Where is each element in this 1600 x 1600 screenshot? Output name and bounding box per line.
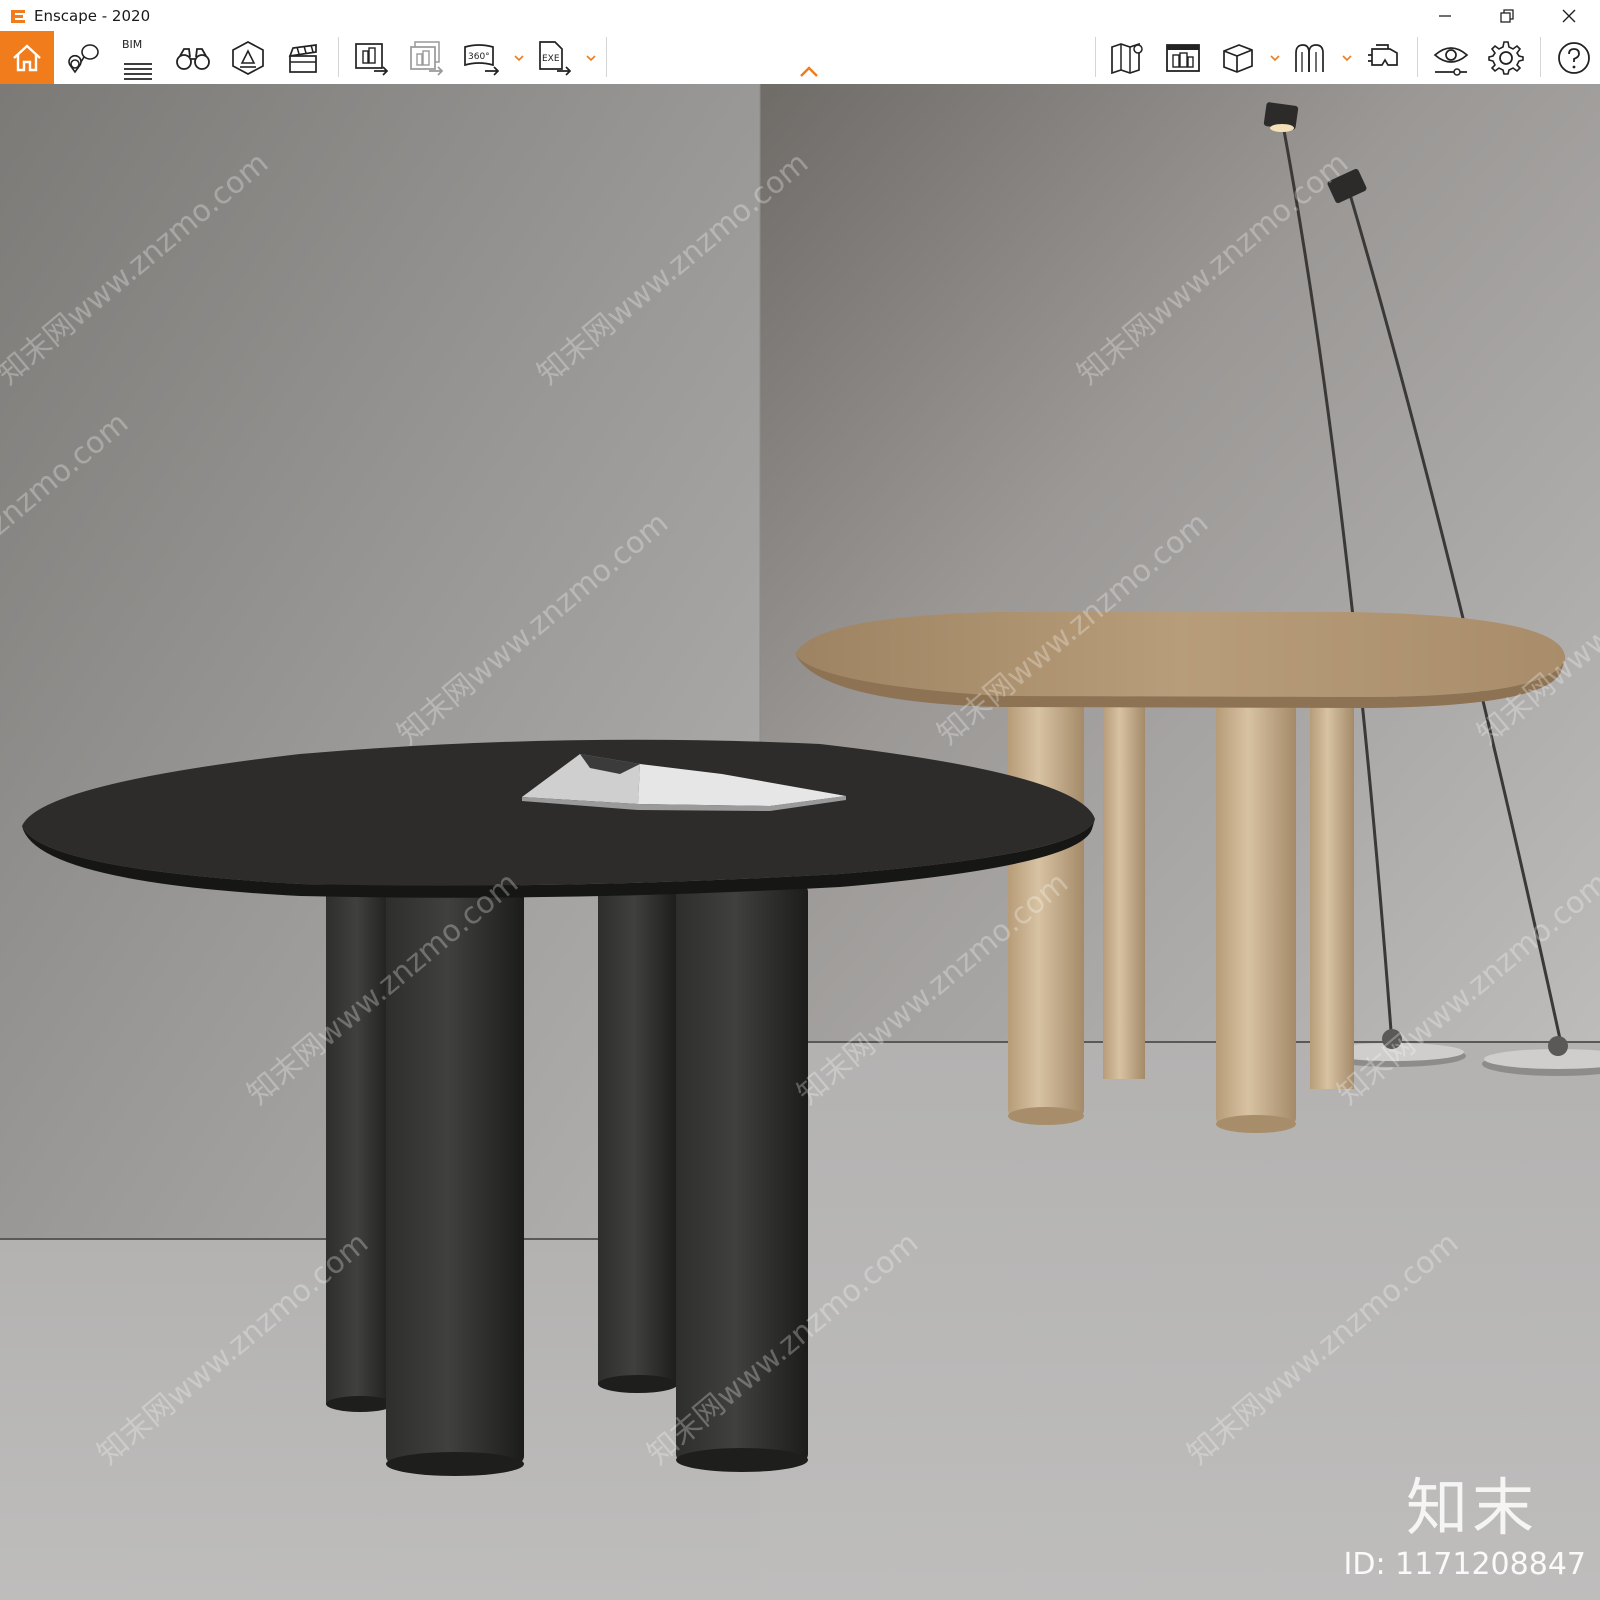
material-editor-button[interactable]: [1212, 31, 1264, 84]
minimize-icon: [1439, 14, 1451, 17]
scene-render: [0, 84, 1600, 1600]
brand-watermark: 知末: [1406, 1471, 1539, 1544]
exe-export-button[interactable]: EXE: [528, 31, 580, 84]
chevron-down-icon: [1342, 55, 1352, 61]
map-icon: [1111, 42, 1143, 74]
exe-export-dropdown[interactable]: [584, 51, 598, 65]
toolbar-separator: [1095, 37, 1096, 77]
batch-render-button[interactable]: [400, 31, 452, 84]
video-editor-button[interactable]: [277, 31, 329, 84]
render-viewport[interactable]: 知末网www.znzmo.com 知末网www.znzmo.com 知末网www…: [0, 84, 1600, 1600]
material-library-button[interactable]: [1285, 31, 1337, 84]
material-icon: [1295, 43, 1324, 72]
image-id-label: ID: 1171208847: [1343, 1547, 1586, 1582]
toolbar-separator: [1540, 37, 1541, 77]
help-icon: [1558, 41, 1590, 74]
material-dropdown[interactable]: [1268, 51, 1282, 65]
panorama-360-icon: 360°: [464, 43, 500, 76]
chevron-up-icon[interactable]: [798, 65, 820, 79]
home-icon: [13, 43, 41, 71]
walk-mode-button[interactable]: [167, 31, 219, 84]
render-image-button[interactable]: [345, 31, 397, 84]
visual-settings-button[interactable]: [1425, 31, 1477, 84]
enscape-logo-icon: [11, 9, 25, 23]
title-bar: Enscape - 2020: [0, 0, 1600, 31]
asset-library-button[interactable]: [1157, 31, 1209, 84]
toolbar-separator: [606, 37, 607, 77]
panorama-360-label: 360°: [468, 52, 490, 62]
minimize-button[interactable]: [1414, 0, 1476, 31]
map-button[interactable]: [1102, 31, 1154, 84]
vr-headset-icon: [1368, 43, 1398, 66]
render-export-icon: [355, 42, 389, 76]
binoculars-icon: [176, 47, 210, 70]
chevron-down-icon: [1270, 55, 1280, 61]
settings-button[interactable]: [1480, 31, 1532, 84]
clapper-icon: [288, 43, 317, 73]
atmosphere-button[interactable]: [222, 31, 274, 84]
batch-render-icon: [410, 40, 444, 76]
exe-export-icon: EXE: [539, 40, 572, 76]
vr-headset-button[interactable]: [1357, 31, 1409, 84]
sun-icon: [232, 40, 264, 75]
bim-label: BIM: [122, 38, 143, 51]
view-management-button[interactable]: [57, 31, 109, 84]
panorama-dropdown[interactable]: [512, 51, 526, 65]
asset-library-icon: [1166, 43, 1200, 72]
home-button[interactable]: [0, 31, 54, 84]
panorama-button[interactable]: 360°: [455, 31, 507, 84]
help-button[interactable]: [1548, 31, 1600, 84]
cube-icon: [1223, 43, 1253, 73]
chevron-down-icon: [586, 55, 596, 61]
exe-label: EXE: [542, 54, 560, 64]
chevron-down-icon: [514, 55, 524, 61]
gear-icon: [1488, 40, 1524, 75]
material-library-dropdown[interactable]: [1340, 51, 1354, 65]
toolbar-separator: [338, 37, 339, 77]
window-title: Enscape - 2020: [34, 6, 151, 25]
restore-icon: [1500, 8, 1514, 23]
close-button[interactable]: [1538, 0, 1600, 31]
pin-icon: [68, 43, 99, 73]
visual-settings-icon: [1433, 46, 1469, 76]
toolbar-separator: [1417, 37, 1418, 77]
enscape-toolbar: BIM 360° EXE: [0, 31, 1600, 85]
close-icon: [1562, 9, 1576, 22]
restore-button[interactable]: [1476, 0, 1538, 31]
bim-button[interactable]: BIM: [112, 31, 164, 84]
